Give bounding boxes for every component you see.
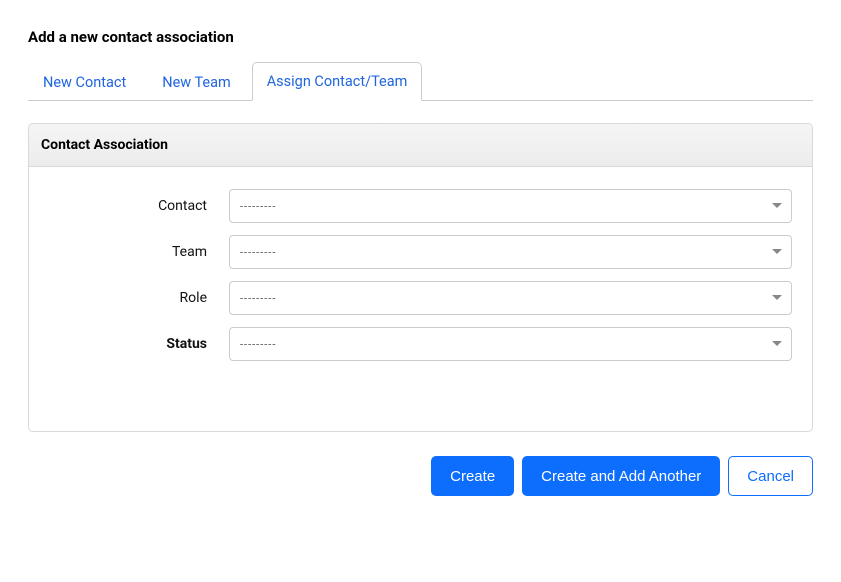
tab-assign-contact-team[interactable]: Assign Contact/Team bbox=[252, 62, 423, 101]
row-role: Role --------- bbox=[49, 281, 792, 315]
select-team[interactable]: --------- bbox=[229, 235, 792, 269]
row-status: Status --------- bbox=[49, 327, 792, 361]
label-status: Status bbox=[49, 336, 229, 352]
select-contact[interactable]: --------- bbox=[229, 189, 792, 223]
cancel-button[interactable]: Cancel bbox=[728, 456, 813, 496]
select-status[interactable]: --------- bbox=[229, 327, 792, 361]
label-contact: Contact bbox=[49, 198, 229, 214]
select-team-value: --------- bbox=[229, 235, 792, 269]
tabs: New Contact New Team Assign Contact/Team bbox=[28, 62, 813, 101]
tab-new-team[interactable]: New Team bbox=[147, 63, 246, 101]
tab-new-contact[interactable]: New Contact bbox=[28, 63, 141, 101]
panel-header: Contact Association bbox=[29, 124, 812, 167]
create-button[interactable]: Create bbox=[431, 456, 514, 496]
row-contact: Contact --------- bbox=[49, 189, 792, 223]
create-add-another-button[interactable]: Create and Add Another bbox=[522, 456, 720, 496]
row-team: Team --------- bbox=[49, 235, 792, 269]
select-contact-value: --------- bbox=[229, 189, 792, 223]
panel-body: Contact --------- Team --------- bbox=[29, 167, 812, 431]
label-role: Role bbox=[49, 290, 229, 306]
select-status-value: --------- bbox=[229, 327, 792, 361]
page-title: Add a new contact association bbox=[28, 28, 813, 46]
select-role-value: --------- bbox=[229, 281, 792, 315]
label-team: Team bbox=[49, 244, 229, 260]
select-role[interactable]: --------- bbox=[229, 281, 792, 315]
action-bar: Create Create and Add Another Cancel bbox=[28, 456, 813, 496]
panel-contact-association: Contact Association Contact --------- Te… bbox=[28, 123, 813, 432]
